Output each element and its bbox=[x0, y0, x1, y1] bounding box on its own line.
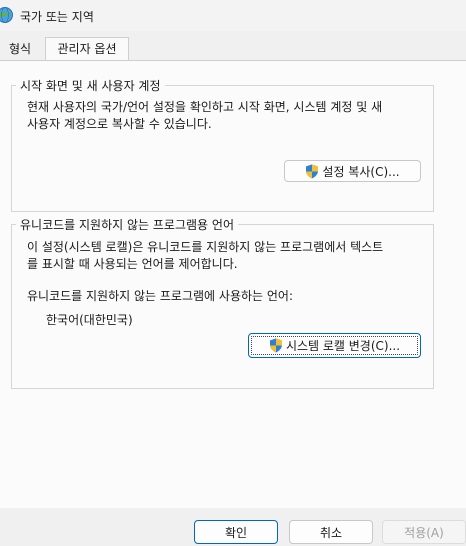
non-unicode-group: 유니코드를 지원하지 않는 프로그램용 언어 이 설정(시스템 로캘)은 유니코… bbox=[11, 216, 434, 389]
window-title: 국가 또는 지역 bbox=[20, 10, 94, 24]
uac-shield-icon bbox=[269, 338, 282, 353]
welcome-description-line2: 사용자 계정으로 복사할 수 있습니다. bbox=[27, 117, 212, 131]
copy-settings-label: 설정 복사(C)... bbox=[322, 164, 400, 179]
cancel-button[interactable]: 취소 bbox=[289, 520, 373, 544]
change-system-locale-button[interactable]: 시스템 로캘 변경(C)... bbox=[248, 333, 421, 358]
ok-button[interactable]: 확인 bbox=[194, 520, 278, 544]
dialog-footer: 확인 취소 적용(A) bbox=[0, 508, 466, 546]
title-bar: 국가 또는 지역 bbox=[0, 0, 466, 31]
non-unicode-description-line2: 를 표시할 때 사용되는 언어를 제어합니다. bbox=[27, 257, 238, 271]
welcome-screen-group: 시작 화면 및 새 사용자 계정 현재 사용자의 국가/언어 설정을 확인하고 … bbox=[11, 77, 434, 212]
current-locale-value: 한국어(대한민국) bbox=[46, 313, 133, 327]
welcome-description-line1: 현재 사용자의 국가/언어 설정을 확인하고 시작 화면, 시스템 계정 및 새 bbox=[27, 100, 383, 114]
tab-format[interactable]: 형식 bbox=[6, 39, 34, 60]
apply-button[interactable]: 적용(A) bbox=[382, 520, 466, 544]
change-system-locale-label: 시스템 로캘 변경(C)... bbox=[285, 339, 401, 353]
tab-strip: 형식 관리자 옵션 bbox=[0, 31, 466, 62]
globe-icon bbox=[0, 7, 13, 23]
non-unicode-description-line1: 이 설정(시스템 로캘)은 유니코드를 지원하지 않는 프로그램에서 텍스트 bbox=[27, 240, 384, 254]
current-locale-label: 유니코드를 지원하지 않는 프로그램에 사용하는 언어: bbox=[27, 289, 293, 303]
non-unicode-legend: 유니코드를 지원하지 않는 프로그램용 언어 bbox=[16, 216, 238, 233]
tab-admin-options[interactable]: 관리자 옵션 bbox=[45, 37, 129, 62]
copy-settings-button[interactable]: 설정 복사(C)... bbox=[284, 160, 421, 182]
uac-shield-icon bbox=[306, 164, 319, 178]
welcome-screen-legend: 시작 화면 및 새 사용자 계정 bbox=[16, 77, 165, 94]
